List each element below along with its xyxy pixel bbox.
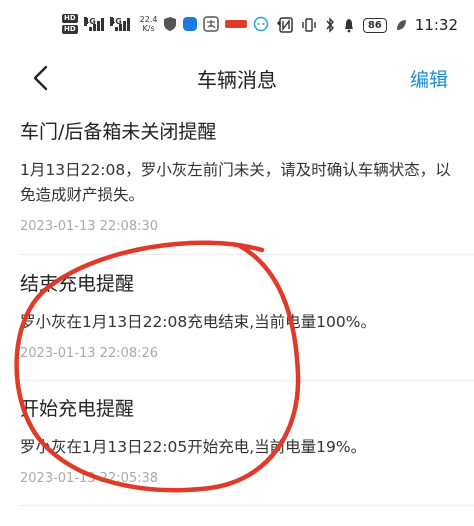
message-title: 车门/后备箱未关闭提醒: [20, 121, 217, 143]
message-timestamp: 2023-01-13 22:05:38: [20, 471, 159, 486]
signal-icon-2: 4G: [109, 17, 130, 31]
divider: [20, 505, 474, 506]
shield-icon: [164, 17, 177, 31]
page-title: 车辆消息: [197, 68, 277, 92]
battery-indicator: 86: [362, 17, 387, 33]
mute-bell-icon: [344, 19, 353, 33]
clock: 11:32: [414, 16, 458, 34]
bluetooth-icon: [326, 17, 334, 33]
app-notification-icon: [183, 17, 198, 31]
chat-icon: [254, 16, 269, 32]
hd-badge-2: HD: [62, 25, 78, 34]
message-title: 开始充电提醒: [20, 398, 135, 420]
message-title: 结束充电提醒: [20, 273, 135, 295]
status-right: 86 11:32: [279, 16, 458, 34]
message-body: 罗小灰在1月13日22:08充电结束,当前电量100%。: [20, 313, 376, 331]
edit-button[interactable]: 编辑: [410, 65, 448, 92]
divider: [20, 380, 474, 381]
message-timestamp: 2023-01-13 22:08:26: [20, 346, 159, 361]
screen: HD HD 4G 4G 22.4 K/s • 86 11:32 车辆消息 编辑 …: [0, 0, 474, 526]
message-item[interactable]: 开始充电提醒 罗小灰在1月13日22:05开始充电,当前电量19%。 2023-…: [20, 397, 454, 488]
network-speed: 22.4 K/s: [140, 15, 158, 33]
divider: [20, 254, 474, 255]
hd-indicators: HD HD: [62, 14, 78, 34]
network-speed-value: 22.4: [139, 15, 158, 24]
message-timestamp: 2023-01-13 22:08:30: [20, 219, 159, 234]
network-gen-label: 4G: [109, 17, 122, 26]
status-bar: HD HD 4G 4G 22.4 K/s • 86 11:32: [0, 0, 474, 50]
hd-badge-1: HD: [62, 14, 78, 23]
message-item[interactable]: 车门/后备箱未关闭提醒 1月13日22:08，罗小灰左前门未关，请及时确认车辆状…: [20, 120, 454, 236]
vibrate-icon: [302, 18, 316, 32]
message-body: 罗小灰在1月13日22:05开始充电,当前电量19%。: [20, 438, 367, 456]
message-item[interactable]: 结束充电提醒 罗小灰在1月13日22:08充电结束,当前电量100%。 2023…: [20, 272, 454, 363]
top-nav-bar: 车辆消息 编辑: [0, 50, 474, 106]
alipay-icon: [203, 16, 220, 32]
network-speed-unit: K/s: [142, 24, 155, 33]
network-gen-label: 4G: [83, 17, 96, 26]
nfc-icon: [279, 17, 293, 33]
signal-icon-1: 4G: [83, 17, 104, 31]
app-badge-icon: [225, 20, 248, 28]
leaf-icon: [396, 20, 406, 30]
status-left: HD HD 4G 4G 22.4 K/s •: [62, 14, 283, 34]
message-body: 1月13日22:08，罗小灰左前门未关，请及时确认车辆状态，以免造成财产损失。: [20, 161, 451, 204]
